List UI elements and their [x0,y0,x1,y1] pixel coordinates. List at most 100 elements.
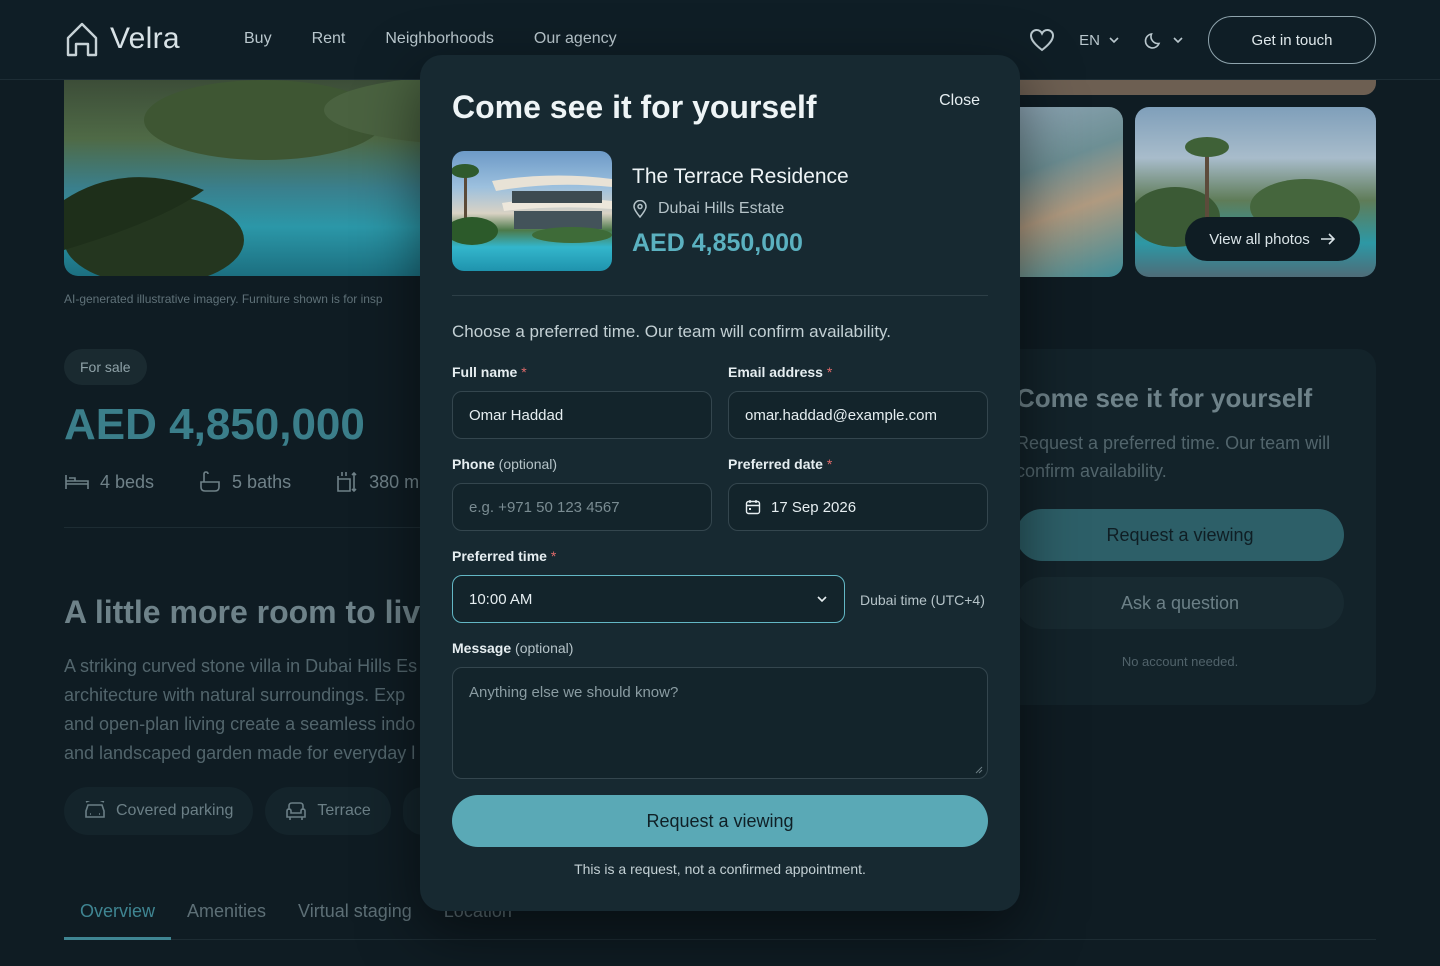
gallery-photo-top[interactable] [1000,80,1376,95]
email-label-text: Email address [728,364,823,380]
side-card-title: Come see it for yourself [1016,383,1313,413]
status-badge: For sale [64,349,147,385]
area-label: 380 m [369,471,420,492]
timezone-note: Dubai time (UTC+4) [860,592,985,608]
location-pin-icon [633,200,647,218]
moon-icon [1144,33,1161,49]
amenity-label: Covered parking [116,802,234,819]
header-actions: EN Get in touch [1029,16,1376,64]
nav-our-agency[interactable]: Our agency [534,30,617,48]
email-input[interactable]: omar.haddad@example.com [728,391,988,439]
amenity-label: Terrace [317,802,371,819]
message-placeholder: Anything else we should know? [469,684,679,701]
description-line: and open-plan living create a seamless i… [64,714,416,734]
theme-selector[interactable] [1144,30,1184,50]
side-card-subtitle: Request a preferred time. Our team will … [1016,433,1331,481]
modal-intro: Choose a preferred time. Our team will c… [452,322,892,341]
listing-price: AED 4,850,000 [64,400,365,449]
tab-overview[interactable]: Overview [64,898,172,940]
listing-specs: 4 beds 5 baths 380 m [64,470,419,494]
optional-marker: (optional) [498,456,558,472]
date-picker[interactable]: 17 Sep 2026 [728,483,988,531]
language-selector[interactable]: EN [1079,32,1120,49]
car-icon [85,801,105,818]
amenity-chips: Covered parking Terrace [64,787,443,835]
modal-title: Come see it for yourself [452,89,817,125]
arrow-right-icon [1320,233,1335,245]
section-title: A little more room to live [64,594,438,630]
optional-marker: (optional) [515,640,574,656]
time-select[interactable]: 10:00 AM [452,575,845,623]
full-name-label-text: Full name [452,364,518,380]
divider [452,295,988,296]
message-label-text: Message [452,640,512,656]
required-marker: * [826,456,833,472]
phone-input[interactable]: e.g. +971 50 123 4567 [452,483,712,531]
spec-area: 380 m [335,470,419,494]
home-icon [66,22,98,57]
full-name-input[interactable]: Omar Haddad [452,391,712,439]
logo-text: Velra [110,22,180,55]
property-thumbnail [452,151,612,271]
chevron-down-icon [1173,37,1183,44]
spec-baths: 5 baths [198,470,291,494]
tab-amenities[interactable]: Amenities [171,898,282,940]
armchair-icon [286,802,307,820]
property-name: The Terrace Residence [632,165,849,188]
time-label: Preferred time * [452,548,556,564]
ask-question-button[interactable]: Ask a question [1016,577,1344,629]
get-in-touch-button[interactable]: Get in touch [1208,16,1376,64]
message-label: Message (optional) [452,640,573,656]
time-value: 10:00 AM [469,590,533,608]
property-price: AED 4,850,000 [632,229,803,257]
view-all-label: View all photos [1209,230,1310,248]
required-marker: * [521,364,527,380]
logo[interactable]: Velra [64,20,180,58]
location-label: Dubai Hills Estate [658,200,785,217]
heart-icon[interactable] [1029,28,1055,52]
full-name-label: Full name * [452,364,527,380]
nav-rent[interactable]: Rent [312,30,346,48]
side-card-note: No account needed. [1121,654,1239,669]
calendar-icon [745,500,761,515]
description-line: and landscaped garden made for everyday … [64,743,416,763]
chevron-down-icon [817,596,827,603]
date-label-text: Preferred date [728,456,823,472]
date-label: Preferred date * [728,456,832,472]
close-button[interactable]: Close [939,92,980,110]
side-request-viewing-button[interactable]: Request a viewing [1016,509,1344,561]
divider [64,527,424,528]
request-disclaimer: This is a request, not a confirmed appoi… [574,861,866,877]
description-line: A striking curved stone villa in Dubai H… [64,656,418,676]
amenity-terrace[interactable]: Terrace [265,787,391,835]
main-nav: Buy Rent Neighborhoods Our agency [244,30,617,48]
email-label: Email address * [728,364,832,380]
chevron-down-icon [1109,37,1119,44]
language-label: EN [1079,31,1100,49]
required-marker: * [550,548,557,564]
viewing-request-modal: Come see it for yourself Close The Terra… [420,55,1020,911]
phone-label: Phone (optional) [452,456,557,472]
phone-label-text: Phone [452,456,495,472]
required-marker: * [826,364,833,380]
bath-icon [200,471,220,492]
area-icon [337,471,357,493]
date-value: 17 Sep 2026 [771,498,857,516]
baths-label: 5 baths [232,471,292,492]
nav-buy[interactable]: Buy [244,30,272,48]
bed-icon [65,475,89,489]
request-viewing-button[interactable]: Request a viewing [452,795,988,847]
ai-imagery-note: AI-generated illustrative imagery. Furni… [64,292,383,306]
view-all-photos-button[interactable]: View all photos [1185,217,1360,261]
description-line: architecture with natural surroundings. … [64,685,406,705]
amenity-covered-parking[interactable]: Covered parking [64,787,254,835]
nav-neighborhoods[interactable]: Neighborhoods [385,30,494,48]
resize-handle-icon[interactable] [975,766,983,774]
villa-image [452,164,612,245]
tab-virtual-staging[interactable]: Virtual staging [282,898,428,940]
beds-label: 4 beds [100,471,155,492]
message-textarea[interactable]: Anything else we should know? [452,667,988,779]
property-location: Dubai Hills Estate [632,200,784,218]
listing-description: A striking curved stone villa in Dubai H… [64,652,424,768]
viewing-side-card: Come see it for yourself Request a prefe… [1000,349,1376,705]
